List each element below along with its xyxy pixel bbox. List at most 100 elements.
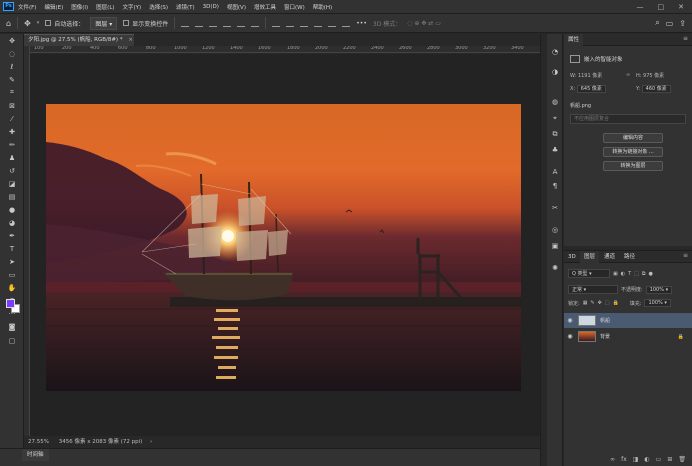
move-tool-icon[interactable]: ✥ <box>0 34 24 47</box>
new-layer-icon[interactable]: ⊞ <box>667 456 672 463</box>
home-icon[interactable]: ⌂ <box>6 19 11 28</box>
character-icon[interactable]: A <box>547 168 563 176</box>
tool-presets-icon[interactable]: ✂ <box>547 204 563 212</box>
paragraph-icon[interactable]: ¶ <box>547 182 563 190</box>
info-icon[interactable]: ▣ <box>547 242 563 250</box>
delete-layer-icon[interactable]: 🗑 <box>678 456 686 463</box>
type-tool-icon[interactable]: T <box>0 242 24 255</box>
workspace-icon[interactable]: ▭ <box>666 19 674 28</box>
layer-row-ship[interactable]: ◉ 帆船 <box>564 313 692 328</box>
add-mask-icon[interactable]: ◨ <box>633 456 639 463</box>
height-field[interactable]: H: 975 像素 <box>636 72 664 79</box>
tab-properties[interactable]: 属性 <box>564 34 584 46</box>
filter-shape-icon[interactable]: ⬚ <box>634 271 639 277</box>
distribute-bottom-icon[interactable] <box>300 20 309 27</box>
healing-brush-tool-icon[interactable]: ✚ <box>0 125 24 138</box>
layer-row-background[interactable]: ◉ 背景 🔒 <box>564 329 692 344</box>
brush-tool-icon[interactable]: ✏ <box>0 138 24 151</box>
show-transform-checkbox[interactable]: 显示变换控件 <box>123 19 168 28</box>
lock-artboard-icon[interactable]: ⬚ <box>605 300 610 306</box>
gradient-tool-icon[interactable]: ▤ <box>0 190 24 203</box>
history-icon[interactable]: ◔ <box>547 48 563 56</box>
filter-toggle-icon[interactable]: ● <box>648 271 652 277</box>
menu-window[interactable]: 窗口(W) <box>284 3 305 11</box>
swatches-icon[interactable]: ◍ <box>547 98 563 106</box>
edit-contents-button[interactable]: 编辑内容 <box>603 133 663 143</box>
menu-edit[interactable]: 编辑(E) <box>44 3 63 11</box>
layer-filter-dropdown[interactable]: Q 类型 ▾ <box>568 269 610 278</box>
chevron-down-icon[interactable]: ▾ <box>37 20 40 26</box>
panel-menu-icon[interactable]: ≡ <box>683 252 688 259</box>
zoom-level[interactable]: 27.55% <box>28 439 49 445</box>
glyphs-icon[interactable]: ✺ <box>547 264 563 272</box>
layer-name[interactable]: 帆船 <box>600 317 610 324</box>
eyedropper-tool-icon[interactable]: ⁄ <box>0 112 24 125</box>
marquee-tool-icon[interactable]: ◌ <box>0 47 24 60</box>
distribute-left-icon[interactable] <box>314 20 323 27</box>
convert-to-linked-button[interactable]: 转换为链接对象 ... <box>603 147 663 157</box>
align-bottom-icon[interactable] <box>209 20 218 27</box>
document-tab[interactable]: 夕阳.jpg @ 27.5% (帆船, RGB/8#) * × <box>24 34 134 46</box>
filter-adjustment-icon[interactable]: ◐ <box>621 271 625 277</box>
history-brush-tool-icon[interactable]: ↺ <box>0 164 24 177</box>
path-select-tool-icon[interactable]: ➤ <box>0 255 24 268</box>
panel-menu-icon[interactable]: ≡ <box>683 35 688 42</box>
width-field[interactable]: W: 1191 像素 <box>570 72 602 79</box>
minimize-button[interactable]: — <box>637 3 644 11</box>
search-icon[interactable]: ⌕ <box>655 18 659 28</box>
y-field[interactable]: Y: 460 像素 <box>636 85 671 93</box>
frame-tool-icon[interactable]: ⊠ <box>0 99 24 112</box>
checkbox-box[interactable] <box>45 20 52 26</box>
distribute-vcenter-icon[interactable] <box>286 20 295 27</box>
auto-select-dropdown[interactable]: 图层 ▾ <box>90 16 118 30</box>
filter-pixel-icon[interactable]: ▣ <box>613 271 618 277</box>
y-value[interactable]: 460 像素 <box>641 85 671 93</box>
distribute-right-icon[interactable] <box>342 20 351 27</box>
link-layers-icon[interactable]: ∞ <box>610 456 615 463</box>
align-hcenter-icon[interactable] <box>237 20 246 27</box>
lock-position-icon[interactable]: ✥ <box>598 300 602 306</box>
x-field[interactable]: X: 645 像素 <box>570 85 606 93</box>
link-dimensions-icon[interactable]: ∞ <box>626 72 630 78</box>
color-icon[interactable]: ◑ <box>547 68 563 76</box>
visibility-eye-icon[interactable]: ◉ <box>564 333 576 340</box>
menu-layer[interactable]: 图层(L) <box>96 3 114 11</box>
opacity-input[interactable]: 100% ▾ <box>645 285 673 294</box>
layer-name[interactable]: 背景 <box>600 333 610 340</box>
menu-plugins[interactable]: 增效工具 <box>254 3 276 11</box>
distribute-top-icon[interactable] <box>272 20 281 27</box>
menu-image[interactable]: 图像(I) <box>71 3 88 11</box>
menu-file[interactable]: 文件(F) <box>18 3 36 11</box>
screen-mode-icon[interactable]: ▢ <box>0 334 24 347</box>
new-group-icon[interactable]: ▭ <box>656 456 662 463</box>
menu-help[interactable]: 帮助(H) <box>313 3 332 11</box>
blend-mode-dropdown[interactable]: 正常 ▾ <box>568 285 618 294</box>
eraser-tool-icon[interactable]: ◪ <box>0 177 24 190</box>
navigator-icon[interactable]: ◎ <box>547 226 563 234</box>
filter-smart-icon[interactable]: ⧉ <box>642 271 646 277</box>
adjustments-icon[interactable]: ⌖ <box>547 114 563 123</box>
status-menu-arrow-icon[interactable]: › <box>150 439 152 445</box>
tab-layers[interactable]: 图层 <box>580 251 600 263</box>
visibility-eye-icon[interactable]: ◉ <box>564 317 576 324</box>
lasso-tool-icon[interactable]: ℓ <box>0 60 24 73</box>
dodge-tool-icon[interactable]: ◕ <box>0 216 24 229</box>
align-top-icon[interactable] <box>181 20 190 27</box>
align-left-icon[interactable] <box>223 20 232 27</box>
auto-select-checkbox[interactable]: 自动选择： <box>45 19 84 28</box>
tab-paths[interactable]: 路径 <box>620 251 639 263</box>
menu-type[interactable]: 文字(Y) <box>123 3 142 11</box>
quick-select-tool-icon[interactable]: ✎ <box>0 73 24 86</box>
rectangle-tool-icon[interactable]: ▭ <box>0 268 24 281</box>
adjustment-layer-icon[interactable]: ◐ <box>644 456 649 463</box>
sunset-ship-artwork[interactable] <box>46 104 521 391</box>
menu-view[interactable]: 视图(V) <box>227 3 246 11</box>
convert-to-layers-button[interactable]: 转换为图层 <box>603 161 663 171</box>
menu-3d[interactable]: 3D(D) <box>203 4 219 10</box>
close-window-button[interactable]: ✕ <box>678 3 684 11</box>
pen-tool-icon[interactable]: ✒ <box>0 229 24 242</box>
align-right-icon[interactable] <box>251 20 260 27</box>
more-options-button[interactable]: ••• <box>356 20 367 27</box>
quick-mask-icon[interactable]: ◙ <box>0 320 24 333</box>
tab-channels[interactable]: 通道 <box>600 251 619 263</box>
